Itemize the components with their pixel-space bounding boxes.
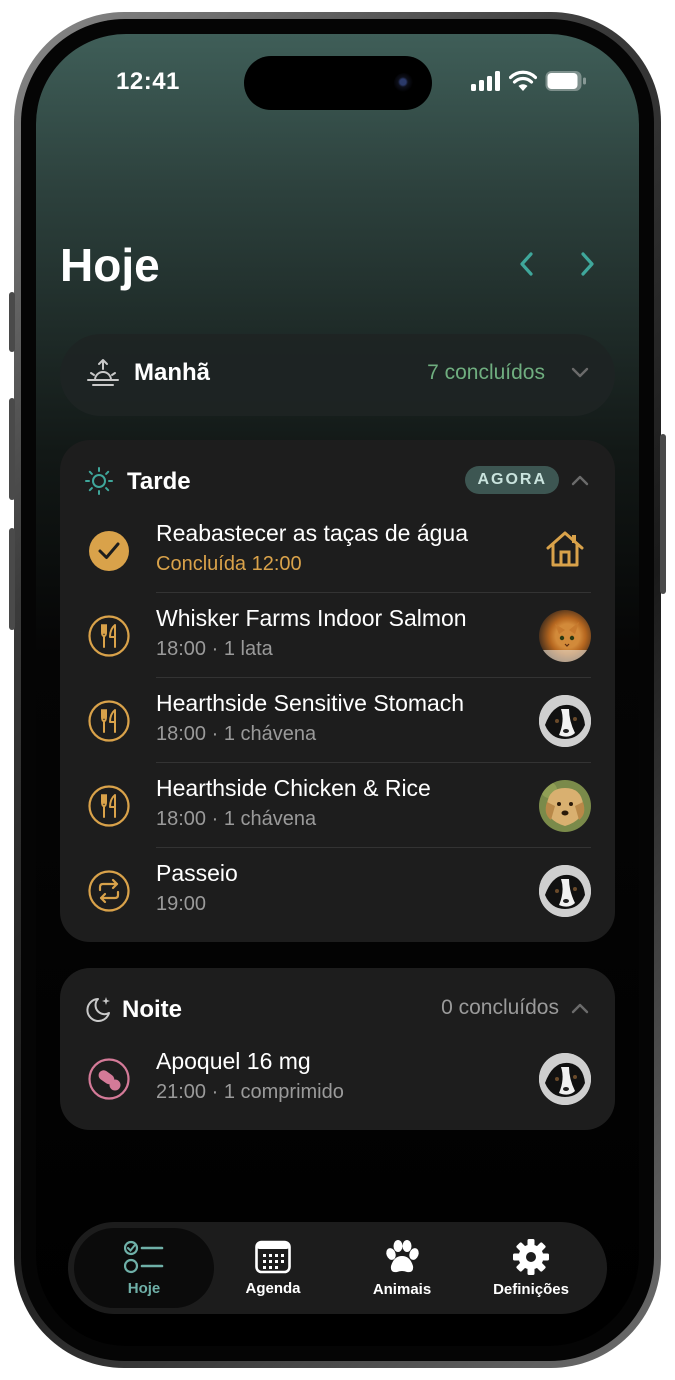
repeat-icon[interactable] xyxy=(88,870,130,912)
wifi-icon xyxy=(509,70,537,91)
task-row[interactable]: Reabastecer as taças de água Concluída 1… xyxy=(60,508,615,593)
section-night-title: Noite xyxy=(122,996,182,1023)
tab-agenda-label: Agenda xyxy=(245,1279,301,1297)
check-icon[interactable] xyxy=(88,530,130,572)
task-row[interactable]: Apoquel 16 mg 21:00 · 1 comprimido xyxy=(60,1036,615,1121)
chevron-left-icon xyxy=(520,252,533,276)
pill-icon[interactable] xyxy=(88,1058,130,1100)
fork-knife-icon[interactable] xyxy=(88,615,130,657)
tab-settings[interactable]: Definições xyxy=(465,1228,597,1308)
power-button xyxy=(660,434,666,594)
status-time: 12:41 xyxy=(116,68,180,95)
task-title: Apoquel 16 mg xyxy=(156,1048,311,1074)
section-night: Noite 0 concluídos Apoquel 16 mg 21:00 ·… xyxy=(60,968,615,1130)
action-button xyxy=(9,292,15,352)
task-title: Hearthside Sensitive Stomach xyxy=(156,690,465,716)
cellular-signal-icon xyxy=(471,71,500,91)
border-collie-avatar xyxy=(539,695,591,747)
task-title: Passeio xyxy=(156,860,238,886)
cat-avatar xyxy=(539,610,591,662)
now-badge: AGORA xyxy=(465,466,559,494)
border-collie-avatar xyxy=(539,865,591,917)
home-icon xyxy=(546,531,584,567)
tab-bar: Hoje Agenda Animais Definições xyxy=(68,1222,607,1314)
camera xyxy=(394,73,414,93)
task-row[interactable]: Whisker Farms Indoor Salmon 18:00 · 1 la… xyxy=(60,593,615,678)
section-night-count: 0 concluídos xyxy=(441,996,559,1019)
tab-today-label: Hoje xyxy=(127,1279,161,1297)
next-day-button[interactable] xyxy=(572,248,604,280)
chevron-up-icon[interactable] xyxy=(571,474,589,486)
section-afternoon: Tarde AGORA Reabastecer as taças de água… xyxy=(60,440,615,942)
chevron-up-icon[interactable] xyxy=(571,1002,589,1014)
fork-knife-icon[interactable] xyxy=(88,785,130,827)
previous-day-button[interactable] xyxy=(510,248,542,280)
chevron-right-icon xyxy=(581,252,594,276)
tab-animals[interactable]: Animais xyxy=(336,1228,468,1308)
task-title: Reabastecer as taças de água xyxy=(156,520,468,546)
task-row[interactable]: Hearthside Chicken & Rice 18:00 · 1 cháv… xyxy=(60,763,615,848)
page-title: Hoje xyxy=(60,239,160,291)
volume-up-button xyxy=(9,398,15,500)
section-morning-title: Manhã xyxy=(134,359,211,386)
task-title: Whisker Farms Indoor Salmon xyxy=(156,605,467,631)
task-subtitle: Concluída 12:00 xyxy=(156,553,302,575)
gear-icon xyxy=(513,1238,549,1275)
paw-icon xyxy=(386,1239,419,1272)
border-collie-avatar xyxy=(539,1053,591,1105)
task-subtitle: 18:00 · 1 chávena xyxy=(156,723,317,745)
volume-down-button xyxy=(9,528,15,630)
task-subtitle: 19:00 xyxy=(156,893,207,915)
tab-animals-label: Animais xyxy=(372,1280,432,1298)
dynamic-island xyxy=(244,56,432,110)
section-afternoon-title: Tarde xyxy=(127,468,191,495)
golden-retriever-avatar xyxy=(539,780,591,832)
task-row[interactable]: Hearthside Sensitive Stomach 18:00 · 1 c… xyxy=(60,678,615,763)
fork-knife-icon[interactable] xyxy=(88,700,130,742)
sun-icon xyxy=(85,467,113,495)
status-icons xyxy=(471,70,587,92)
moon-stars-icon xyxy=(86,997,110,1022)
battery-icon xyxy=(545,71,586,91)
tab-agenda[interactable]: Agenda xyxy=(207,1228,339,1308)
task-row[interactable]: Passeio 19:00 xyxy=(60,848,615,933)
sunrise-icon xyxy=(87,359,119,386)
task-title: Hearthside Chicken & Rice xyxy=(156,775,431,801)
checklist-icon xyxy=(124,1240,164,1273)
screen: 12:41 Hoje Manhã 7 concluídos Tarde AGOR… xyxy=(36,34,639,1346)
section-morning[interactable]: Manhã 7 concluídos xyxy=(60,334,615,416)
task-subtitle: 18:00 · 1 chávena xyxy=(156,808,317,830)
calendar-icon xyxy=(255,1240,291,1273)
tab-settings-label: Definições xyxy=(493,1280,569,1298)
section-morning-count: 7 concluídos xyxy=(427,361,545,384)
chevron-down-icon[interactable] xyxy=(571,367,589,379)
task-subtitle: 18:00 · 1 lata xyxy=(156,638,273,660)
task-subtitle: 21:00 · 1 comprimido xyxy=(156,1081,344,1103)
tab-today[interactable]: Hoje xyxy=(74,1228,214,1308)
